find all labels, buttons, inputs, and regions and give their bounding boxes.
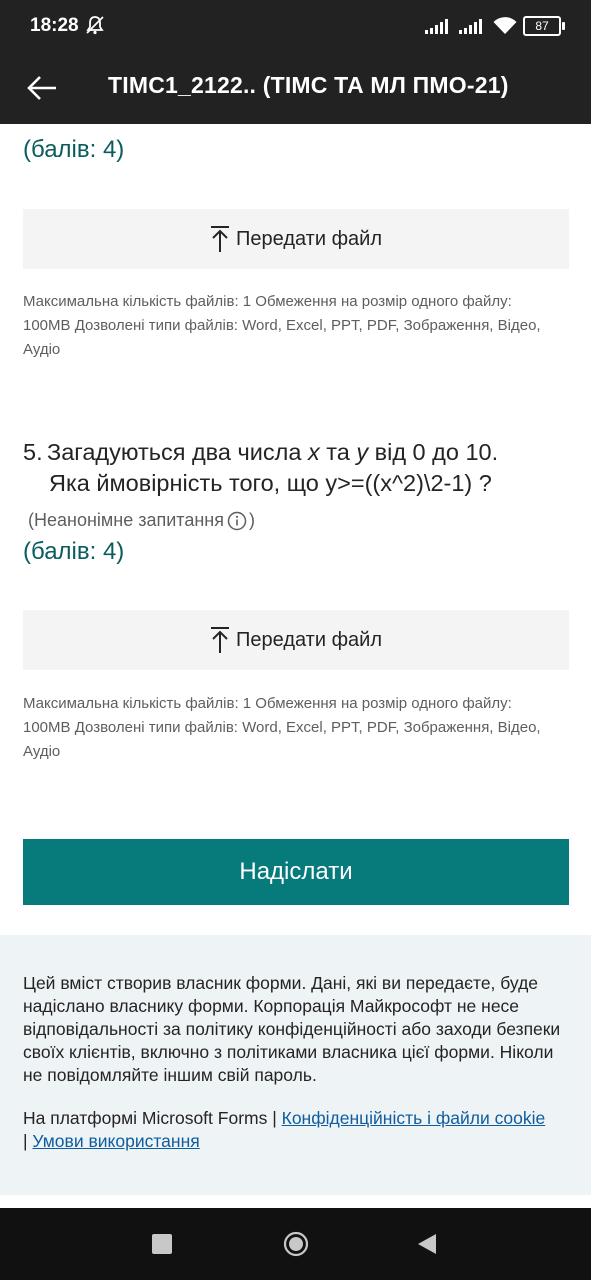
back-triangle-icon[interactable] <box>416 1232 438 1256</box>
mute-icon <box>86 16 104 35</box>
status-time: 18:28 <box>30 15 79 36</box>
question-text-part: від 0 до 10. <box>368 439 499 465</box>
battery-icon: 87 <box>523 16 565 36</box>
link-separator: | <box>23 1131 33 1151</box>
question-5-title: 5. Загадуються два числа x та y від 0 до … <box>23 437 568 499</box>
app-bar: ТІМС1_2122.. (ТІМС ТА МЛ ПМО-21) <box>0 52 591 124</box>
signal-icon <box>459 19 482 34</box>
upload-icon <box>211 226 230 252</box>
question-5-upload-button[interactable]: Передати файл <box>23 610 569 670</box>
question-4-upload-button[interactable]: Передати файл <box>23 209 569 269</box>
terms-link[interactable]: Умови використання <box>32 1131 199 1151</box>
page-title: ТІМС1_2122.. (ТІМС ТА МЛ ПМО-21) <box>108 72 509 98</box>
system-nav-bar <box>0 1208 591 1280</box>
upload-label: Передати файл <box>236 628 382 651</box>
signal-icon <box>425 19 448 34</box>
platform-text: На платформі Microsoft Forms | <box>23 1108 282 1128</box>
upload-icon <box>211 627 230 653</box>
question-text-line2: Яка ймовірність того, що y>=((x^2)\2-1) … <box>49 470 492 496</box>
arrow-left-icon[interactable] <box>24 70 60 106</box>
variable-y: y <box>356 439 369 465</box>
footer-links: На платформі Microsoft Forms | Конфіденц… <box>23 1107 571 1153</box>
note-text: (Неанонімне запитання <box>28 510 224 530</box>
status-bar: 18:28 87 <box>0 0 591 52</box>
footer-disclaimer: Цей вміст створив власник форми. Дані, я… <box>23 973 561 1085</box>
submit-button[interactable]: Надіслати <box>23 839 569 905</box>
footer: Цей вміст створив власник форми. Дані, я… <box>0 935 591 1195</box>
question-number: 5. <box>23 439 43 465</box>
privacy-link[interactable]: Конфіденційність і файли cookie <box>282 1108 546 1128</box>
question-5-points: (балів: 4) <box>23 538 125 565</box>
status-icons: 87 <box>425 14 565 38</box>
variable-x: x <box>307 439 320 465</box>
question-5-note: (Неанонімне запитання ) <box>28 510 255 531</box>
home-icon[interactable] <box>283 1231 309 1257</box>
question-4-file-info: Максимальна кількість файлів: 1 Обмеженн… <box>23 293 541 358</box>
note-text-close: ) <box>248 510 255 530</box>
info-icon[interactable] <box>227 511 247 531</box>
recents-icon[interactable] <box>152 1234 172 1254</box>
question-4-points: (балів: 4) <box>23 136 125 163</box>
upload-label: Передати файл <box>236 227 382 250</box>
question-text-part: Загадуються два числа <box>47 439 308 465</box>
question-5-file-info: Максимальна кількість файлів: 1 Обмеженн… <box>23 695 541 760</box>
wifi-icon <box>493 17 517 34</box>
question-text-part: та <box>319 439 357 465</box>
